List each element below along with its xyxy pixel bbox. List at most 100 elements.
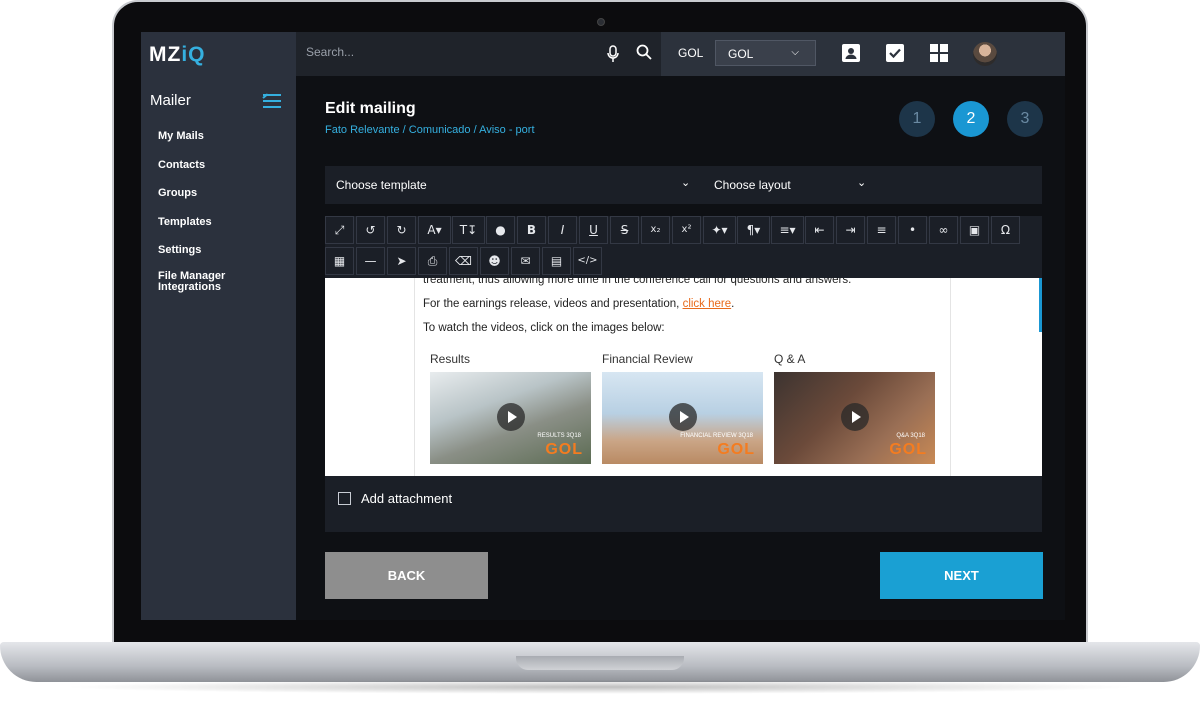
body-text-suffix: . xyxy=(731,298,735,310)
gol-logo: GOL xyxy=(717,441,755,458)
gol-logo: GOL xyxy=(889,441,927,458)
attachment-label[interactable]: Add attachment xyxy=(361,491,452,506)
email-document: treatment, thus allowing more time in th… xyxy=(414,278,951,476)
back-button[interactable]: BACK xyxy=(325,552,488,599)
print-icon[interactable]: ⎙ xyxy=(418,247,447,275)
font-color-icon[interactable]: A▾ xyxy=(418,216,451,244)
play-icon[interactable] xyxy=(497,403,525,431)
sidebar-item-settings[interactable]: Settings xyxy=(158,242,225,271)
grid-icon[interactable] xyxy=(929,43,949,63)
video-label: Q & A xyxy=(774,352,806,366)
paragraph-icon[interactable]: ¶▾ xyxy=(737,216,770,244)
video-thumbnail-results[interactable]: RESULTS 3Q18 GOL xyxy=(430,372,591,464)
search-icon[interactable] xyxy=(636,44,652,60)
bold-icon[interactable]: B xyxy=(517,216,546,244)
sidebar-item-templates[interactable]: Templates xyxy=(158,214,225,243)
sidebar-item-integrations[interactable]: Integrations xyxy=(158,281,221,293)
attachment-bar: Add attachment xyxy=(325,476,1042,532)
company-select[interactable]: GOL ⌵ xyxy=(715,40,816,66)
video-caption: Q&A 3Q18 xyxy=(896,433,925,439)
align-icon[interactable]: ≡▾ xyxy=(771,216,804,244)
laptop-shadow xyxy=(60,680,1140,694)
next-button[interactable]: NEXT xyxy=(880,552,1043,599)
body-text: To watch the videos, click on the images… xyxy=(423,322,665,334)
indent-icon[interactable]: ⇥ xyxy=(836,216,865,244)
company-label: GOL xyxy=(678,46,704,60)
step-3[interactable]: 3 xyxy=(1007,101,1043,137)
video-thumbnail-qa[interactable]: Q&A 3Q18 GOL xyxy=(774,372,935,464)
horizontal-rule-icon[interactable]: — xyxy=(356,247,385,275)
document-icon[interactable]: ▤ xyxy=(542,247,571,275)
link-icon[interactable]: ∞ xyxy=(929,216,958,244)
layout-select[interactable]: Choose layout xyxy=(714,178,791,192)
chevron-down-icon: ⌵ xyxy=(791,47,799,58)
superscript-icon[interactable]: x² xyxy=(672,216,701,244)
video-thumbnail-financial-review[interactable]: FINANCIAL REVIEW 3Q18 GOL xyxy=(602,372,763,464)
laptop-notch xyxy=(516,656,684,670)
click-here-link[interactable]: click here xyxy=(683,298,732,310)
sidebar-item-my-mails[interactable]: My Mails xyxy=(158,128,225,157)
menu-toggle-icon[interactable] xyxy=(262,93,281,108)
sidebar-title: Mailer xyxy=(150,92,191,109)
font-size-icon[interactable]: T↧ xyxy=(452,216,485,244)
main-content: Edit mailing Fato Relevante / Comunicado… xyxy=(296,76,1065,620)
top-bar: GOL GOL ⌵ xyxy=(296,32,1065,76)
code-view-icon[interactable]: </> xyxy=(573,247,602,275)
play-icon[interactable] xyxy=(669,403,697,431)
sidebar-item-groups[interactable]: Groups xyxy=(158,185,225,214)
chevron-down-icon[interactable]: ⌄ xyxy=(681,176,690,189)
undo-icon[interactable]: ↺ xyxy=(356,216,385,244)
company-select-value: GOL xyxy=(728,47,754,61)
play-icon[interactable] xyxy=(841,403,869,431)
email-icon[interactable]: ✉ xyxy=(511,247,540,275)
attachment-checkbox[interactable] xyxy=(338,492,351,505)
gol-logo: GOL xyxy=(545,441,583,458)
template-selectors: Choose template ⌄ Choose layout ⌄ xyxy=(325,166,1042,204)
eraser-icon[interactable]: ⌫ xyxy=(449,247,478,275)
format-painter-icon[interactable]: ✦▾ xyxy=(703,216,736,244)
outdent-icon[interactable]: ⇤ xyxy=(805,216,834,244)
subscript-icon[interactable]: x₂ xyxy=(641,216,670,244)
sidebar-item-contacts[interactable]: Contacts xyxy=(158,157,225,186)
body-text: For the earnings release, videos and pre… xyxy=(423,298,734,310)
checkbox-icon[interactable] xyxy=(885,43,905,63)
page-title: Edit mailing xyxy=(325,100,416,117)
special-char-icon[interactable]: Ω xyxy=(991,216,1020,244)
add-user-icon[interactable]: ☻ xyxy=(480,247,509,275)
unordered-list-icon[interactable]: • xyxy=(898,216,927,244)
step-1[interactable]: 1 xyxy=(899,101,935,137)
table-icon[interactable]: ▦ xyxy=(325,247,354,275)
editor-toolbar: ⤢ ↺ ↻ A▾ T↧ ● B I U S x₂ x² ✦▾ ¶▾ ≡▾ ⇤ ⇥… xyxy=(325,216,1042,278)
video-label: Financial Review xyxy=(602,352,693,366)
image-icon[interactable]: ▣ xyxy=(960,216,989,244)
select-icon[interactable]: ➤ xyxy=(387,247,416,275)
topbar-actions: GOL GOL ⌵ xyxy=(661,32,1065,76)
sidebar-item-file-manager[interactable]: File Manager Integrations xyxy=(158,270,225,300)
search-input[interactable] xyxy=(306,45,586,59)
editor-content[interactable]: treatment, thus allowing more time in th… xyxy=(325,278,1042,476)
video-caption: RESULTS 3Q18 xyxy=(537,433,581,439)
fullscreen-icon[interactable]: ⤢ xyxy=(325,216,354,244)
redo-icon[interactable]: ↻ xyxy=(387,216,416,244)
ordered-list-icon[interactable]: ≡ xyxy=(867,216,896,244)
webcam xyxy=(597,18,605,26)
color-drop-icon[interactable]: ● xyxy=(486,216,515,244)
strikethrough-icon[interactable]: S xyxy=(610,216,639,244)
underline-icon[interactable]: U xyxy=(579,216,608,244)
body-text: treatment, thus allowing more time in th… xyxy=(423,278,852,286)
step-2[interactable]: 2 xyxy=(953,101,989,137)
body-text-prefix: For the earnings release, videos and pre… xyxy=(423,298,683,310)
breadcrumb: Fato Relevante / Comunicado / Aviso - po… xyxy=(325,124,535,136)
contact-card-icon[interactable] xyxy=(841,43,861,63)
sidebar: MZiQ Mailer My Mails Contacts Groups Tem… xyxy=(141,32,296,620)
microphone-icon[interactable] xyxy=(607,45,619,63)
screen: MZiQ Mailer My Mails Contacts Groups Tem… xyxy=(141,32,1065,620)
editor-scrollbar[interactable] xyxy=(1039,278,1042,332)
video-label: Results xyxy=(430,352,471,366)
italic-icon[interactable]: I xyxy=(548,216,577,244)
video-caption: FINANCIAL REVIEW 3Q18 xyxy=(680,433,753,439)
avatar[interactable] xyxy=(973,42,997,66)
app-logo[interactable]: MZiQ xyxy=(149,43,206,67)
template-select[interactable]: Choose template xyxy=(336,178,427,192)
chevron-down-icon[interactable]: ⌄ xyxy=(857,176,866,189)
